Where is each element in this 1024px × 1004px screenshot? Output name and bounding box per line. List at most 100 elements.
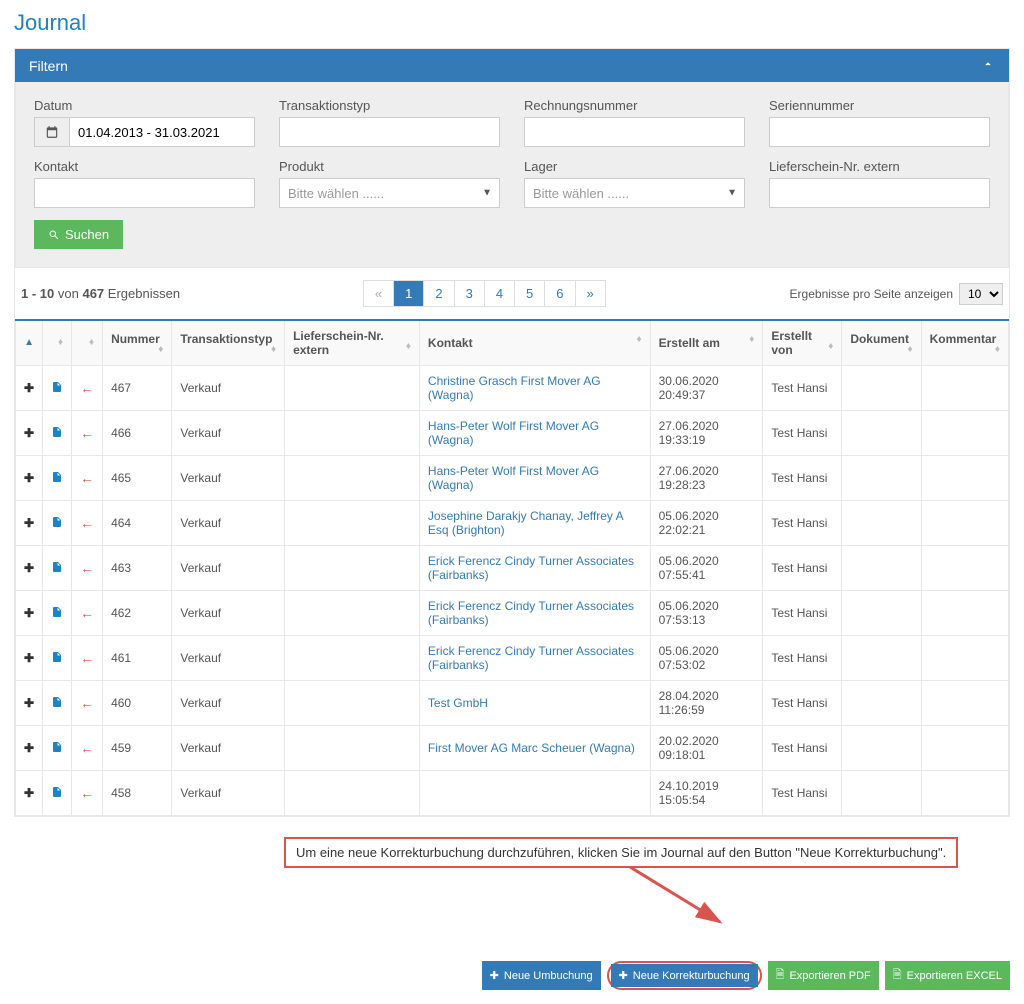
kontakt-input[interactable] (34, 178, 255, 208)
document-icon[interactable] (51, 652, 63, 667)
page-next[interactable]: » (576, 281, 605, 306)
expand-icon[interactable]: ✚ (24, 696, 34, 710)
col-dokument[interactable]: Dokument♦ (842, 320, 921, 366)
document-icon[interactable] (51, 607, 63, 622)
filter-panel: Filtern Datum Transaktionstyp (14, 48, 1010, 817)
col-kontakt[interactable]: Kontakt♦ (419, 320, 650, 366)
expand-icon[interactable]: ✚ (24, 426, 34, 440)
cell-nummer: 459 (103, 726, 172, 771)
results-per-page-label: Ergebnisse pro Seite anzeigen (790, 287, 953, 301)
cell-erstellt-von: Test Hansi (763, 546, 842, 591)
col-lieferschein[interactable]: Lieferschein-Nr. extern♦ (285, 320, 420, 366)
document-icon[interactable] (51, 427, 63, 442)
col-nummer[interactable]: Nummer♦ (103, 320, 172, 366)
seriennummer-input[interactable] (769, 117, 990, 147)
cell-dokument (842, 411, 921, 456)
kontakt-link[interactable]: Hans-Peter Wolf First Mover AG (Wagna) (428, 419, 599, 447)
datum-input[interactable] (69, 117, 255, 147)
search-button[interactable]: Suchen (34, 220, 123, 249)
results-per-page-select[interactable]: 10 (959, 283, 1003, 305)
document-icon[interactable] (51, 697, 63, 712)
cell-lieferschein (285, 726, 420, 771)
cell-kontakt: First Mover AG Marc Scheuer (Wagna) (419, 726, 650, 771)
kontakt-link[interactable]: First Mover AG Marc Scheuer (Wagna) (428, 741, 635, 755)
cell-erstellt-von: Test Hansi (763, 771, 842, 816)
page-2[interactable]: 2 (424, 281, 453, 306)
calendar-icon[interactable] (34, 117, 69, 147)
cell-nummer: 467 (103, 366, 172, 411)
page-5[interactable]: 5 (515, 281, 544, 306)
filter-body: Datum Transaktionstyp Rechnungsnummer (15, 82, 1009, 268)
document-icon[interactable] (51, 742, 63, 757)
export-pdf-button[interactable]: 🗎 Exportieren PDF (768, 961, 879, 990)
cell-typ: Verkauf (172, 411, 285, 456)
page-3[interactable]: 3 (455, 281, 484, 306)
expand-icon[interactable]: ✚ (24, 606, 34, 620)
page-4[interactable]: 4 (485, 281, 514, 306)
expand-icon[interactable]: ✚ (24, 561, 34, 575)
col-expand[interactable]: ▲ (16, 320, 43, 366)
cell-nummer: 463 (103, 546, 172, 591)
rechnungsnummer-input[interactable] (524, 117, 745, 147)
table-row: ✚←458Verkauf24.10.2019 15:05:54Test Hans… (16, 771, 1009, 816)
transaktionstyp-select[interactable] (279, 117, 500, 147)
lager-select[interactable] (524, 178, 745, 208)
document-icon[interactable] (51, 472, 63, 487)
cell-erstellt-am: 24.10.2019 15:05:54 (650, 771, 763, 816)
expand-icon[interactable]: ✚ (24, 471, 34, 485)
plus-circle-icon: ✚ (619, 969, 628, 982)
table-row: ✚←464VerkaufJosephine Darakjy Chanay, Je… (16, 501, 1009, 546)
highlighted-button-annotation: ✚ Neue Korrekturbuchung (607, 961, 762, 990)
cell-dokument (842, 501, 921, 546)
kontakt-link[interactable]: Hans-Peter Wolf First Mover AG (Wagna) (428, 464, 599, 492)
cell-typ: Verkauf (172, 456, 285, 501)
page-6[interactable]: 6 (545, 281, 574, 306)
cell-kontakt: Erick Ferencz Cindy Turner Associates (F… (419, 591, 650, 636)
cell-erstellt-von: Test Hansi (763, 366, 842, 411)
expand-icon[interactable]: ✚ (24, 741, 34, 755)
document-icon[interactable] (51, 382, 63, 397)
table-row: ✚←462VerkaufErick Ferencz Cindy Turner A… (16, 591, 1009, 636)
lieferschein-input[interactable] (769, 178, 990, 208)
cell-kontakt: Christine Grasch First Mover AG (Wagna) (419, 366, 650, 411)
page-prev[interactable]: « (364, 281, 393, 306)
expand-icon[interactable]: ✚ (24, 516, 34, 530)
chevron-up-icon[interactable] (981, 57, 995, 74)
neue-korrekturbuchung-button[interactable]: ✚ Neue Korrekturbuchung (611, 964, 758, 987)
col-kommentar[interactable]: Kommentar♦ (921, 320, 1008, 366)
plus-circle-icon: ✚ (490, 969, 499, 982)
kontakt-link[interactable]: Josephine Darakjy Chanay, Jeffrey A Esq … (428, 509, 623, 537)
expand-icon[interactable]: ✚ (24, 381, 34, 395)
document-icon[interactable] (51, 787, 63, 802)
cell-kommentar (921, 546, 1008, 591)
neue-umbuchung-button[interactable]: ✚ Neue Umbuchung (482, 961, 601, 990)
cell-dokument (842, 636, 921, 681)
kontakt-link[interactable]: Erick Ferencz Cindy Turner Associates (F… (428, 554, 634, 582)
cell-dokument (842, 681, 921, 726)
kontakt-link[interactable]: Erick Ferencz Cindy Turner Associates (F… (428, 644, 634, 672)
document-icon[interactable] (51, 562, 63, 577)
cell-dokument (842, 591, 921, 636)
page-1[interactable]: 1 (394, 281, 423, 306)
arrow-left-icon: ← (80, 740, 94, 756)
expand-icon[interactable]: ✚ (24, 786, 34, 800)
export-excel-button[interactable]: 🗎 Exportieren EXCEL (885, 961, 1010, 990)
col-doc[interactable]: ♦ (43, 320, 72, 366)
produkt-select[interactable] (279, 178, 500, 208)
cell-erstellt-von: Test Hansi (763, 681, 842, 726)
expand-icon[interactable]: ✚ (24, 651, 34, 665)
kontakt-link[interactable]: Erick Ferencz Cindy Turner Associates (F… (428, 599, 634, 627)
arrow-left-icon: ← (80, 695, 94, 711)
col-erstellt-von[interactable]: Erstellt von♦ (763, 320, 842, 366)
cell-kontakt: Hans-Peter Wolf First Mover AG (Wagna) (419, 411, 650, 456)
col-transaktionstyp[interactable]: Transaktionstyp♦ (172, 320, 285, 366)
document-icon[interactable] (51, 517, 63, 532)
cell-lieferschein (285, 681, 420, 726)
col-erstellt-am[interactable]: Erstellt am♦ (650, 320, 763, 366)
kontakt-link[interactable]: Christine Grasch First Mover AG (Wagna) (428, 374, 601, 402)
kontakt-link[interactable]: Test GmbH (428, 696, 488, 710)
arrow-left-icon: ← (80, 560, 94, 576)
col-direction[interactable]: ♦ (72, 320, 103, 366)
cell-erstellt-von: Test Hansi (763, 636, 842, 681)
results-per-page: Ergebnisse pro Seite anzeigen 10 (790, 283, 1003, 305)
